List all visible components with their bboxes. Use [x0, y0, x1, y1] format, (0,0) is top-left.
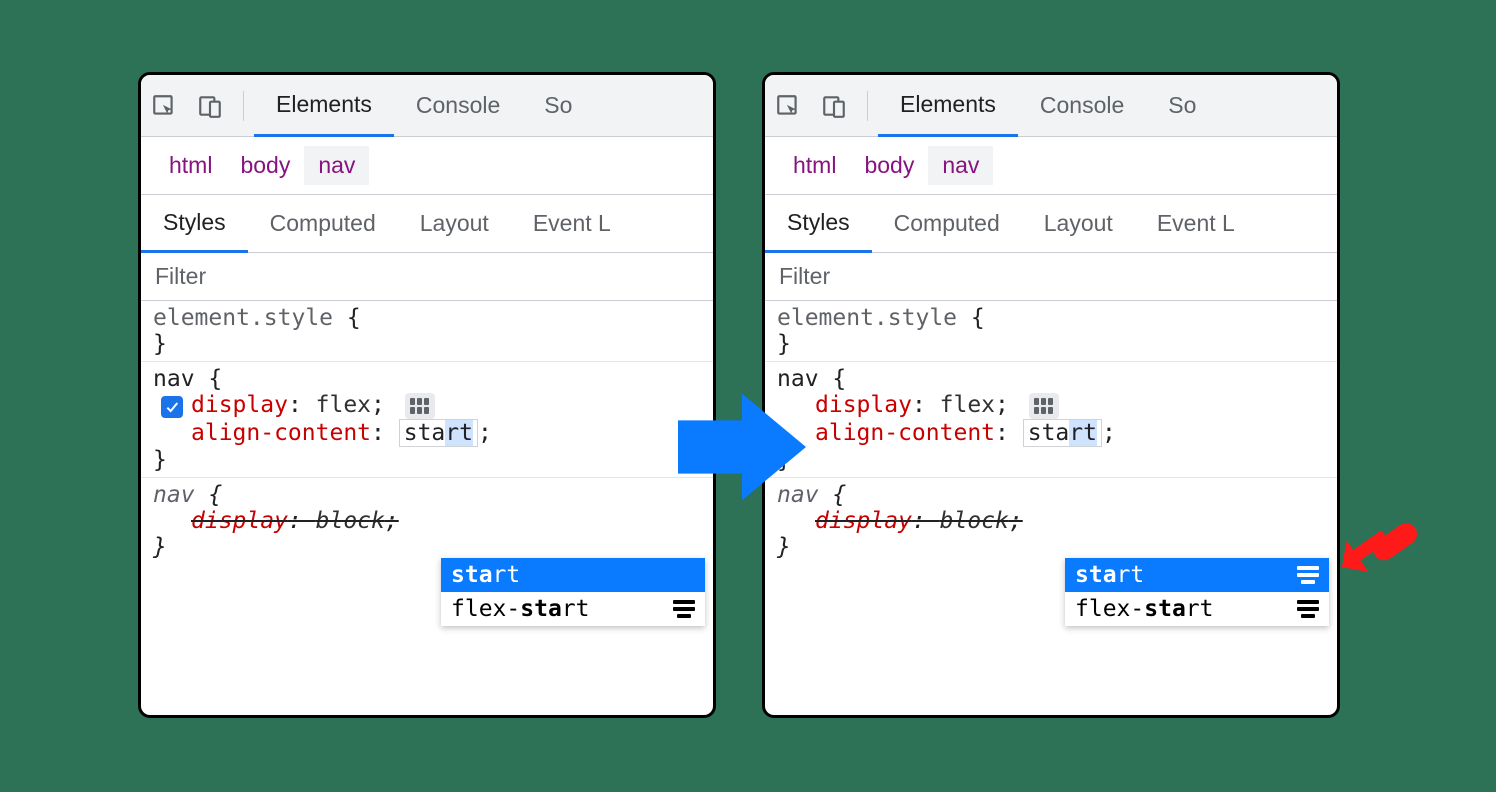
sidebar-tabs: Styles Computed Layout Event L	[141, 195, 713, 253]
tab-sources[interactable]: So	[1146, 75, 1218, 137]
styles-pane: element.style { } nav { display: flex; a…	[765, 301, 1337, 564]
filter-input[interactable]: Filter	[155, 263, 206, 290]
styles-pane: element.style { } nav { display: flex; a…	[141, 301, 713, 564]
prop-display-overridden: display: block;	[153, 508, 701, 534]
device-toggle-icon[interactable]	[817, 89, 851, 123]
autocomplete-option-start[interactable]: start	[441, 558, 705, 592]
autocomplete-option-start[interactable]: start	[1065, 558, 1329, 592]
tab-elements[interactable]: Elements	[254, 75, 394, 137]
crumb-body[interactable]: body	[850, 146, 928, 185]
crumb-body[interactable]: body	[226, 146, 304, 185]
align-start-icon	[1297, 600, 1319, 618]
tab-console[interactable]: Console	[1018, 75, 1146, 137]
value-edit-box[interactable]: start	[1023, 419, 1102, 447]
subtab-event[interactable]: Event L	[1135, 195, 1257, 253]
rule-nav-ua[interactable]: nav { display: block; }	[765, 478, 1337, 564]
rule-element-style[interactable]: element.style { }	[765, 301, 1337, 362]
flex-editor-icon[interactable]	[1029, 393, 1059, 419]
rule-element-style[interactable]: element.style { }	[141, 301, 713, 362]
rule-nav-ua[interactable]: nav { display: block; }	[141, 478, 713, 564]
tab-sources[interactable]: So	[522, 75, 594, 137]
align-start-icon	[1297, 566, 1319, 584]
autocomplete-dropdown: start flex-start	[1065, 558, 1329, 626]
devtools-panel-before: Elements Console So html body nav Styles…	[138, 72, 716, 718]
subtab-event[interactable]: Event L	[511, 195, 633, 253]
toolbar-separator	[867, 91, 868, 121]
breadcrumb: html body nav	[765, 137, 1337, 195]
filter-row: Filter	[141, 253, 713, 301]
prop-display[interactable]: display: flex;	[777, 392, 1325, 419]
subtab-layout[interactable]: Layout	[398, 195, 511, 253]
crumb-nav[interactable]: nav	[928, 146, 993, 185]
crumb-html[interactable]: html	[779, 146, 850, 185]
selector-nav-ua: nav	[153, 482, 195, 508]
autocomplete-dropdown: start flex-start	[441, 558, 705, 626]
subtab-layout[interactable]: Layout	[1022, 195, 1135, 253]
crumb-html[interactable]: html	[155, 146, 226, 185]
toolbar-separator	[243, 91, 244, 121]
prop-display-overridden: display: block;	[777, 508, 1325, 534]
inspect-icon[interactable]	[147, 89, 181, 123]
prop-align-content[interactable]: align-content: start;	[777, 419, 1325, 447]
rule-nav[interactable]: nav { display: flex; align-content: star…	[141, 362, 713, 478]
prop-enabled-checkbox[interactable]	[161, 396, 183, 418]
value-edit-box[interactable]: start	[399, 419, 478, 447]
filter-row: Filter	[765, 253, 1337, 301]
selector-element-style: element.style	[153, 305, 333, 331]
prop-align-content[interactable]: align-content: start;	[153, 419, 701, 447]
inspect-icon[interactable]	[771, 89, 805, 123]
prop-display[interactable]: display: flex;	[153, 392, 701, 419]
tab-elements[interactable]: Elements	[878, 75, 1018, 137]
flex-editor-icon[interactable]	[405, 393, 435, 419]
main-toolbar: Elements Console So	[765, 75, 1337, 137]
device-toggle-icon[interactable]	[193, 89, 227, 123]
devtools-panel-after: Elements Console So html body nav Styles…	[762, 72, 1340, 718]
subtab-computed[interactable]: Computed	[248, 195, 398, 253]
rule-nav[interactable]: nav { display: flex; align-content: star…	[765, 362, 1337, 478]
crumb-nav[interactable]: nav	[304, 146, 369, 185]
selector-nav: nav	[153, 366, 195, 392]
main-toolbar: Elements Console So	[141, 75, 713, 137]
transition-arrow-icon	[678, 388, 806, 506]
selector-element-style: element.style	[777, 305, 957, 331]
autocomplete-option-flex-start[interactable]: flex-start	[1065, 592, 1329, 626]
subtab-styles[interactable]: Styles	[141, 195, 248, 253]
autocomplete-option-flex-start[interactable]: flex-start	[441, 592, 705, 626]
sidebar-tabs: Styles Computed Layout Event L	[765, 195, 1337, 253]
tab-console[interactable]: Console	[394, 75, 522, 137]
breadcrumb: html body nav	[141, 137, 713, 195]
subtab-computed[interactable]: Computed	[872, 195, 1022, 253]
filter-input[interactable]: Filter	[779, 263, 830, 290]
subtab-styles[interactable]: Styles	[765, 195, 872, 253]
align-start-icon	[673, 600, 695, 618]
callout-arrow-icon	[1340, 506, 1430, 596]
